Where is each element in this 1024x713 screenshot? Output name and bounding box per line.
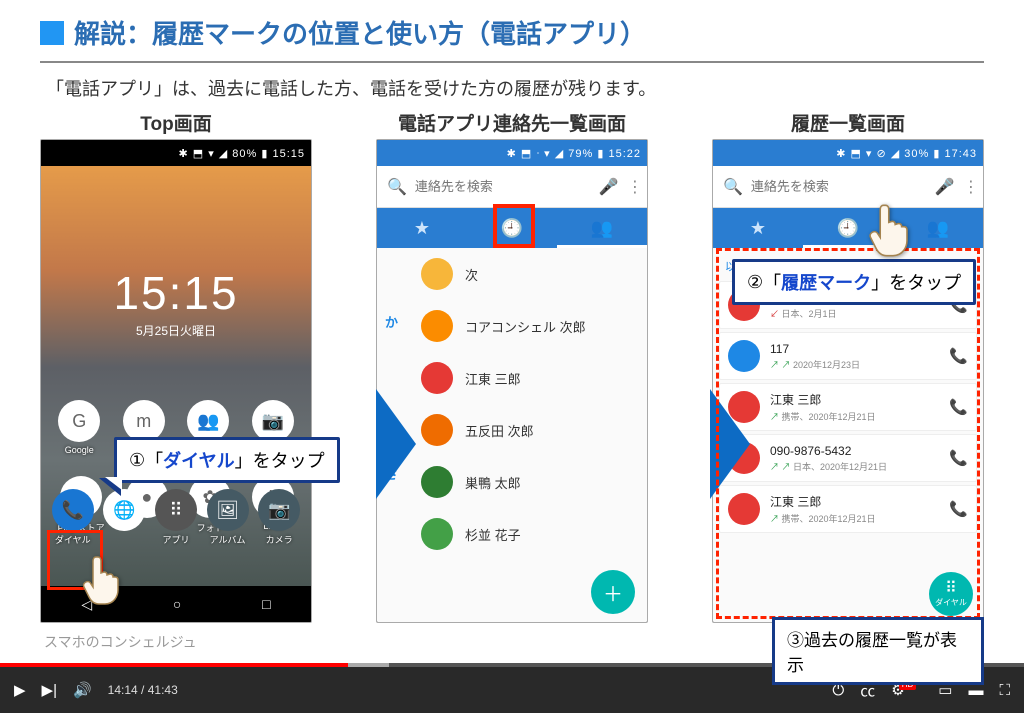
history-name: 江東 三郎	[770, 391, 939, 408]
avatar	[421, 414, 453, 446]
clock-time: 15:15	[41, 266, 311, 320]
title-bullet	[40, 21, 64, 45]
home-wallpaper: 15:15 5月25日火曜日 GGooglemメルカリ👥Teams📷Instag…	[41, 166, 311, 586]
panel-a-label: Top画面	[40, 109, 312, 136]
slide-subtitle: 「電話アプリ」は、過去に電話した方、電話を受けた方の履歴が残ります。	[46, 75, 984, 101]
tab-bar: ★ 🕘 👥	[713, 208, 983, 248]
pointer-hand-icon	[80, 553, 128, 614]
home-icon[interactable]: ○	[173, 596, 181, 612]
history-row[interactable]: 江東 三郎 ↗ 携帯、2020年12月21日 📞	[719, 383, 977, 431]
search-icon: 🔍	[723, 177, 743, 197]
phone-icon[interactable]: 📞	[949, 347, 968, 365]
panel-c-label: 履歴一覧画面	[712, 109, 984, 136]
status-bar: ✱ ⬒ ᐧ ▾ ◢ 79% ▮ 15:22	[377, 140, 647, 166]
history-name: 117	[770, 342, 939, 356]
search-input[interactable]	[415, 179, 591, 194]
search-bar[interactable]: 🔍 🎤 ⋮	[713, 166, 983, 208]
play-button[interactable]: ▶	[14, 681, 26, 699]
dialpad-fab[interactable]: ⠿ ダイヤル	[929, 572, 973, 616]
more-icon[interactable]: ⋮	[627, 177, 643, 197]
plus-icon: ＋	[603, 578, 623, 607]
contact-row[interactable]: 杉並 花子	[377, 508, 647, 560]
contact-row[interactable]: 江東 三郎	[377, 352, 647, 404]
dock-app[interactable]: 🖼アルバム	[207, 489, 249, 546]
dock-app[interactable]: 📷カメラ	[258, 489, 300, 546]
mic-icon[interactable]: 🎤	[599, 177, 619, 197]
contact-name: 次	[465, 265, 478, 284]
contacts-list: か さ 次コアコンシェル 次郎江東 三郎五反田 次郎巣鴨 太郎杉並 花子 ＋	[377, 248, 647, 623]
pointer-hand-icon	[866, 201, 918, 266]
history-meta: ↗ ↗ 2020年12月23日	[770, 358, 939, 371]
contact-name: 五反田 次郎	[465, 421, 534, 440]
phone-icon[interactable]: 📞	[949, 449, 968, 467]
tab-contacts[interactable]: 👥	[557, 208, 647, 248]
slide-title-row: 解説：履歴マークの位置と使い方（電話アプリ）	[40, 10, 984, 63]
history-meta: ↗ 携帯、2020年12月21日	[770, 410, 939, 423]
panel-b-label: 電話アプリ連絡先一覧画面	[376, 109, 648, 136]
dock-app[interactable]: 🌐	[103, 489, 145, 546]
history-meta: ↗ 携帯、2020年12月21日	[770, 512, 939, 525]
contact-row[interactable]: 次	[377, 248, 647, 300]
next-button[interactable]: ▶|	[42, 681, 57, 699]
flow-arrow-icon	[376, 389, 416, 499]
status-bar: ✱ ⬒ ▾ ◢ 80% ▮ 15:15	[41, 140, 311, 166]
played-bar	[0, 663, 348, 667]
flow-arrow-icon	[710, 389, 750, 499]
phone-b: ✱ ⬒ ᐧ ▾ ◢ 79% ▮ 15:22 🔍 🎤 ⋮ ★ 🕘 👥 か さ 次コ…	[376, 139, 648, 623]
contact-row[interactable]: コアコンシェル 次郎	[377, 300, 647, 352]
phone-icon[interactable]: 📞	[949, 398, 968, 416]
contact-name: 江東 三郎	[465, 369, 521, 388]
dock-app[interactable]: ⠿アプリ	[155, 489, 197, 546]
history-meta: ↗ ↗ 日本、2020年12月21日	[770, 460, 939, 473]
tab-favorites[interactable]: ★	[713, 208, 803, 248]
fullscreen-button[interactable]: ⛶	[999, 682, 1010, 699]
avatar	[421, 258, 453, 290]
contact-name: 杉並 花子	[465, 525, 521, 544]
avatar	[421, 310, 453, 342]
section-letter: か	[385, 312, 398, 331]
volume-button[interactable]: 🔊	[73, 681, 92, 699]
tab-favorites[interactable]: ★	[377, 208, 467, 248]
callout-3: ③過去の履歴一覧が表示	[772, 617, 984, 685]
contact-name: コアコンシェル 次郎	[465, 317, 586, 336]
status-bar: ✱ ⬒ ▾ ⊘ ◢ 30% ▮ 17:43	[713, 140, 983, 166]
avatar	[421, 518, 453, 550]
clock-date: 5月25日火曜日	[41, 322, 311, 339]
history-row[interactable]: 江東 三郎 ↗ 携帯、2020年12月21日 📞	[719, 485, 977, 533]
app-icon[interactable]: GGoogle	[58, 400, 100, 458]
contact-row[interactable]: 巣鴨 太郎	[377, 456, 647, 508]
search-icon: 🔍	[387, 177, 407, 197]
time-display: 14:14 / 41:43	[108, 683, 178, 697]
history-meta: ↙ 日本、2月1日	[770, 307, 939, 320]
fab-label: ダイヤル	[935, 597, 967, 608]
history-row[interactable]: 117 ↗ ↗ 2020年12月23日 📞	[719, 332, 977, 380]
dialpad-icon: ⠿	[945, 581, 957, 597]
clock-widget: 15:15 5月25日火曜日	[41, 266, 311, 339]
more-icon[interactable]: ⋮	[963, 177, 979, 197]
slide-title: 解説：履歴マークの位置と使い方（電話アプリ）	[74, 14, 646, 51]
search-input[interactable]	[751, 179, 927, 194]
avatar	[728, 340, 760, 372]
history-name: 江東 三郎	[770, 493, 939, 510]
highlight-box	[493, 204, 535, 248]
phone-c: ✱ ⬒ ▾ ⊘ ◢ 30% ▮ 17:43 🔍 🎤 ⋮ ★ 🕘 👥 以前 090…	[712, 139, 984, 623]
history-name: 090-9876-5432	[770, 444, 939, 458]
recents-icon[interactable]: □	[262, 596, 270, 612]
history-row[interactable]: 090-9876-5432 ↗ ↗ 日本、2020年12月21日 📞	[719, 434, 977, 482]
avatar	[421, 466, 453, 498]
add-contact-fab[interactable]: ＋	[591, 570, 635, 614]
contact-name: 巣鴨 太郎	[465, 473, 521, 492]
contact-row[interactable]: 五反田 次郎	[377, 404, 647, 456]
callout-2: ② 「 履歴マーク 」をタップ	[732, 259, 976, 305]
avatar	[421, 362, 453, 394]
search-bar[interactable]: 🔍 🎤 ⋮	[377, 166, 647, 208]
phone-a: ✱ ⬒ ▾ ◢ 80% ▮ 15:15 15:15 5月25日火曜日 GGoog…	[40, 139, 312, 623]
phone-icon[interactable]: 📞	[949, 500, 968, 518]
callout-1: ① 「 ダイヤル 」をタップ	[114, 437, 340, 483]
mic-icon[interactable]: 🎤	[935, 177, 955, 197]
channel-brand: スマホのコンシェルジュ	[44, 632, 197, 652]
